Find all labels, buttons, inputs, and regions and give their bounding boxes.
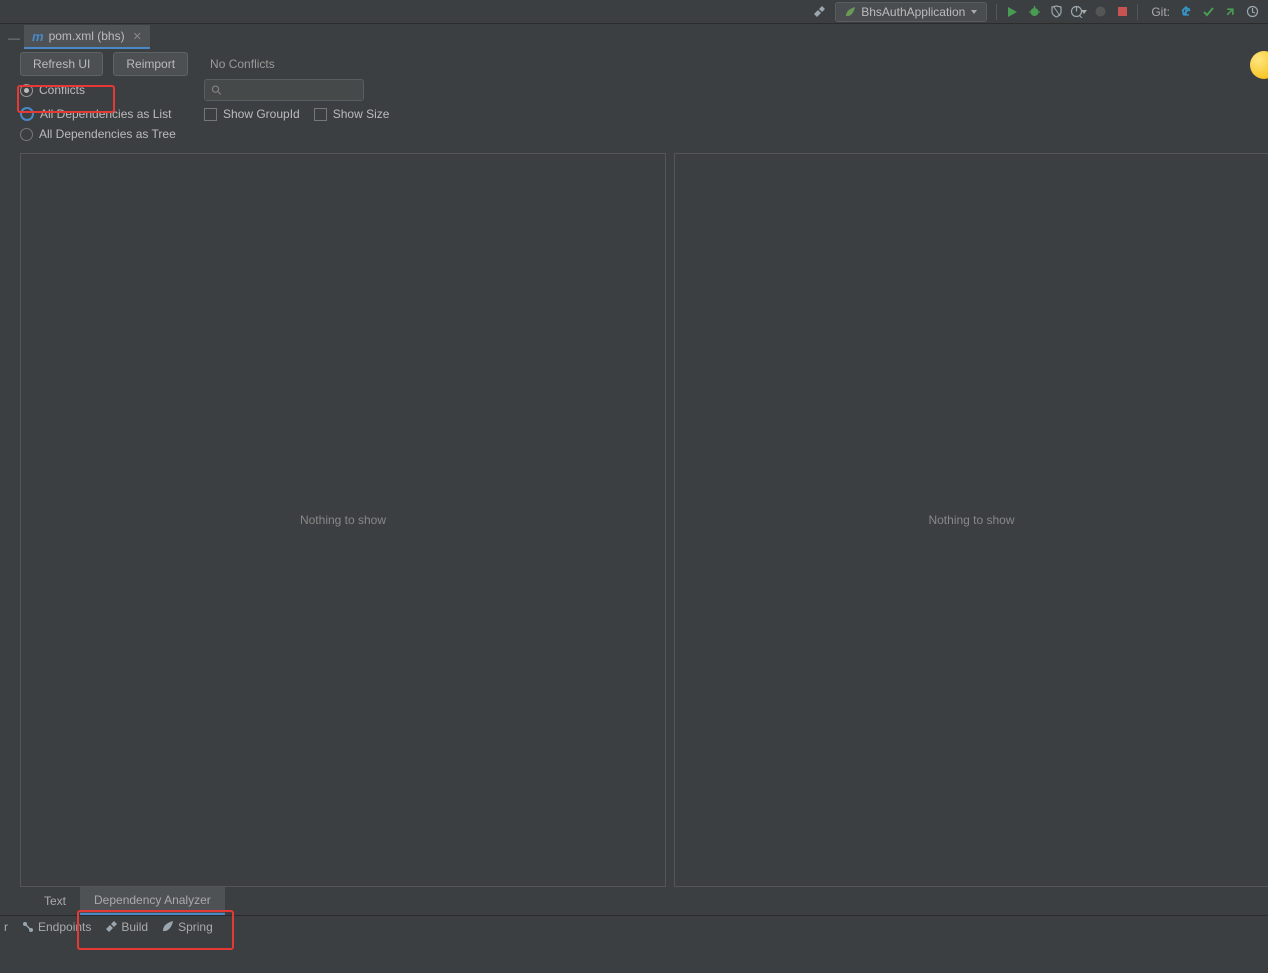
editor-tab-bar: — m pom.xml (bhs) ✕ <box>0 24 1268 49</box>
subtab-text[interactable]: Text <box>30 888 80 914</box>
right-panel: Nothing to show <box>674 153 1268 887</box>
history-icon[interactable] <box>1242 2 1262 22</box>
notification-bubble-icon[interactable] <box>1250 51 1268 79</box>
spring-icon <box>162 921 174 933</box>
hammer-icon <box>105 921 117 933</box>
left-panel-empty-text: Nothing to show <box>300 513 386 527</box>
checkbox-size-label: Show Size <box>333 107 390 121</box>
radio-conflicts-label: Conflicts <box>39 83 85 97</box>
radio-list-label: All Dependencies as List <box>40 107 171 121</box>
file-tab-label: pom.xml (bhs) <box>49 29 125 43</box>
stop-icon[interactable] <box>1112 2 1132 22</box>
radio-icon <box>20 84 33 97</box>
close-icon[interactable]: ✕ <box>133 30 142 43</box>
profile-icon[interactable] <box>1068 2 1088 22</box>
main-toolbar: BhsAuthApplication Git: <box>0 0 1268 24</box>
tab-overflow-indicator[interactable]: — <box>4 31 24 49</box>
conflict-status-text: No Conflicts <box>210 57 275 71</box>
subtab-dependency-analyzer[interactable]: Dependency Analyzer <box>80 887 225 915</box>
status-endpoints-label: Endpoints <box>38 920 91 934</box>
debug-icon[interactable] <box>1024 2 1044 22</box>
radio-conflicts[interactable]: Conflicts <box>20 83 190 97</box>
toolbar-divider <box>1137 4 1138 20</box>
left-panel: Nothing to show <box>20 153 666 887</box>
git-update-icon[interactable] <box>1176 2 1196 22</box>
status-item-partial[interactable]: r <box>4 920 8 934</box>
right-panel-empty-text: Nothing to show <box>928 513 1014 527</box>
status-build-label: Build <box>121 920 148 934</box>
run-config-label: BhsAuthApplication <box>861 5 965 19</box>
hammer-icon[interactable] <box>809 2 829 22</box>
analyzer-toolbar: Refresh UI Reimport No Conflicts <box>0 49 1268 79</box>
filter-options: Conflicts All Dependencies as List Show … <box>0 79 1268 153</box>
git-push-icon[interactable] <box>1220 2 1240 22</box>
git-label: Git: <box>1151 5 1170 19</box>
radio-icon <box>20 107 34 121</box>
checkbox-icon <box>314 108 327 121</box>
radio-dependencies-list[interactable]: All Dependencies as List <box>20 107 190 121</box>
checkbox-show-size[interactable]: Show Size <box>314 107 390 121</box>
status-item-spring[interactable]: Spring <box>162 920 213 934</box>
status-item-endpoints[interactable]: Endpoints <box>22 920 91 934</box>
refresh-ui-button[interactable]: Refresh UI <box>20 52 103 76</box>
file-tab-pom[interactable]: m pom.xml (bhs) ✕ <box>24 25 150 49</box>
search-input-wrapper[interactable] <box>204 79 364 101</box>
radio-icon <box>20 128 33 141</box>
run-icon[interactable] <box>1002 2 1022 22</box>
search-input[interactable] <box>227 83 357 97</box>
checkbox-show-groupid[interactable]: Show GroupId <box>204 107 300 121</box>
status-partial-label: r <box>4 920 8 934</box>
reimport-button[interactable]: Reimport <box>113 52 188 76</box>
toolbar-divider <box>996 4 997 20</box>
radio-tree-label: All Dependencies as Tree <box>39 127 176 141</box>
search-icon <box>211 84 222 96</box>
status-item-build[interactable]: Build <box>105 920 148 934</box>
status-spring-label: Spring <box>178 920 213 934</box>
leaf-icon <box>844 6 856 18</box>
editor-sub-tabs: Text Dependency Analyzer <box>0 887 1268 915</box>
checkbox-icon <box>204 108 217 121</box>
maven-icon: m <box>32 29 44 44</box>
content-panels: Nothing to show Nothing to show <box>0 153 1268 887</box>
attach-icon[interactable] <box>1090 2 1110 22</box>
radio-dependencies-tree[interactable]: All Dependencies as Tree <box>20 127 190 141</box>
checkbox-groupid-label: Show GroupId <box>223 107 300 121</box>
status-bar: r Endpoints Build Spring <box>0 915 1268 937</box>
chevron-down-icon <box>970 8 978 16</box>
endpoints-icon <box>22 921 34 933</box>
coverage-icon[interactable] <box>1046 2 1066 22</box>
git-commit-icon[interactable] <box>1198 2 1218 22</box>
run-configuration-selector[interactable]: BhsAuthApplication <box>835 2 987 22</box>
